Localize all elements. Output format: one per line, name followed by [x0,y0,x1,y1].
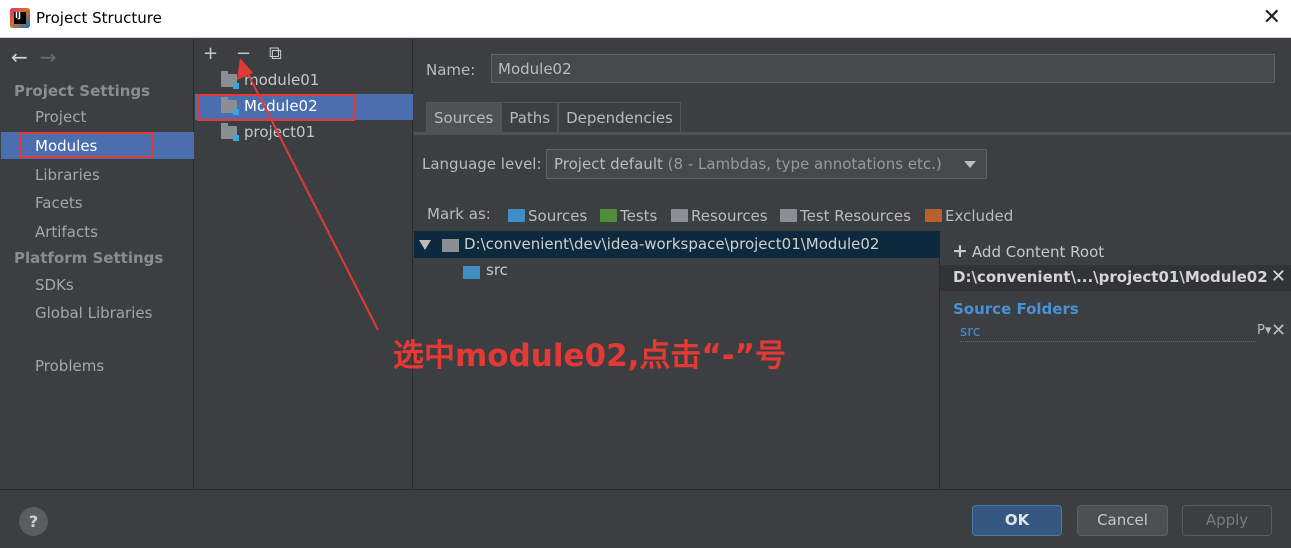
name-label: Name: [426,61,476,79]
content-root-short-path: D:\convenient\...\project01\Module02 [953,268,1268,286]
project-settings-heading: Project Settings [14,82,151,100]
annotation-text: 选中module02,点击“-”号 [393,338,787,374]
nav-item-project[interactable]: Project [35,108,86,126]
close-icon[interactable]: ✕ [1263,5,1281,30]
mark-label: Test Resources [800,207,911,225]
module-details-panel: Name: Module02 Sources Paths Dependencie… [414,39,1291,489]
content-root-path: D:\convenient\dev\idea-workspace\project… [464,235,880,253]
folder-icon [442,239,459,252]
remove-source-folder-icon[interactable]: ✕ [1271,320,1286,341]
tab-dependencies[interactable]: Dependencies [558,102,681,133]
language-level-label: Language level: [422,155,542,173]
module-tree-panel: + − ⧉ module01 Module02 project01 [195,39,413,489]
module-folder-icon [221,123,239,141]
tab-divider [414,132,1291,135]
nav-item-modules[interactable]: Modules [35,137,97,155]
help-icon[interactable]: ? [19,507,48,536]
tests-folder-icon [600,209,617,222]
nav-item-problems[interactable]: Problems [35,357,104,375]
forward-arrow-icon[interactable]: → [40,45,57,69]
back-arrow-icon[interactable]: ← [11,45,28,69]
nav-item-libraries[interactable]: Libraries [35,166,100,184]
dialog-footer: ? OK Cancel Apply [0,489,1291,548]
plus-icon: + [952,240,968,262]
tree-label: project01 [244,123,316,141]
mark-tests-button[interactable]: Tests [600,207,657,225]
nav-item-global-libraries[interactable]: Global Libraries [35,304,152,322]
add-content-root-label: Add Content Root [971,243,1105,261]
nav-item-artifacts[interactable]: Artifacts [35,223,98,241]
tree-row-project01[interactable]: project01 [195,120,413,146]
remove-icon[interactable]: − [236,43,269,64]
mark-sources-button[interactable]: Sources [508,207,587,225]
tree-row-module01[interactable]: module01 [195,68,413,94]
nav-item-sdks[interactable]: SDKs [35,276,74,294]
tab-sources[interactable]: Sources [426,102,502,133]
language-level-hint: (8 - Lambdas, type annotations etc.) [667,155,942,173]
window-title: Project Structure [36,9,162,27]
language-level-select[interactable]: Project default (8 - Lambdas, type annot… [546,149,987,179]
annotation-highlight-box [197,94,355,121]
settings-nav: ← → Project Settings Project Modules Libr… [1,39,194,489]
package-prefix-icon[interactable]: P▾ [1257,323,1271,338]
sources-folder-icon [508,209,525,222]
src-folder-label[interactable]: src [486,261,508,279]
test-resources-folder-icon [780,209,797,222]
cancel-button[interactable]: Cancel [1077,505,1168,536]
source-folder-entry[interactable]: src [960,324,1256,342]
content-root-row[interactable]: D:\convenient\dev\idea-workspace\project… [414,231,940,258]
intellij-logo-icon [10,8,30,28]
source-folder-icon [463,266,480,279]
content-root-header: D:\convenient\...\project01\Module02 ✕ [940,265,1291,291]
mark-test-resources-button[interactable]: Test Resources [780,207,911,225]
tree-label: module01 [244,71,320,89]
add-icon[interactable]: + [203,43,236,64]
platform-settings-heading: Platform Settings [14,249,164,267]
mark-as-label: Mark as: [427,205,491,223]
add-content-root-button[interactable]: + Add Content Root [952,240,1104,262]
source-folders-heading: Source Folders [953,300,1079,318]
expand-triangle-icon[interactable] [419,240,431,250]
copy-icon[interactable]: ⧉ [269,43,302,64]
mark-label: Excluded [945,207,1014,225]
content-root-details: + Add Content Root D:\convenient\...\proj… [940,231,1291,489]
mark-label: Sources [528,207,588,225]
mark-label: Tests [620,207,658,225]
ok-button[interactable]: OK [972,505,1062,536]
module-tabs: Sources Paths Dependencies [426,102,681,133]
mark-resources-button[interactable]: Resources [671,207,768,225]
module-name-input[interactable]: Module02 [491,54,1275,83]
window-titlebar: Project Structure ✕ [0,0,1291,38]
mark-label: Resources [691,207,768,225]
mark-excluded-button[interactable]: Excluded [925,207,1013,225]
nav-item-facets[interactable]: Facets [35,194,83,212]
excluded-folder-icon [925,209,942,222]
chevron-down-icon [964,161,976,168]
remove-content-root-icon[interactable]: ✕ [1271,266,1286,287]
resources-folder-icon [671,209,688,222]
history-arrows: ← → [11,45,57,69]
tab-paths[interactable]: Paths [501,102,559,133]
module-folder-icon [221,71,239,89]
module-tree-toolbar: + − ⧉ [203,43,302,64]
language-level-value: Project default [554,155,663,173]
apply-button[interactable]: Apply [1182,505,1272,536]
